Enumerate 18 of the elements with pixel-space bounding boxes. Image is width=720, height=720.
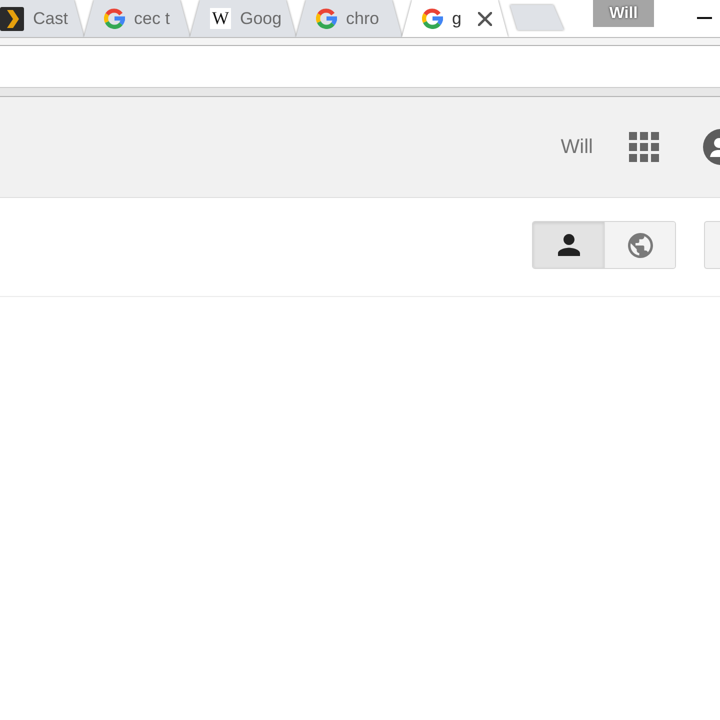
close-icon[interactable] (478, 12, 492, 26)
browser-tab[interactable]: W Goog (190, 0, 296, 37)
browser-tab[interactable]: Cast (0, 0, 84, 37)
chevron-icon (0, 6, 24, 30)
multicolor-g-icon (316, 8, 337, 29)
profile-button[interactable]: Will (593, 0, 654, 27)
avatar-icon[interactable] (703, 129, 720, 165)
multicolor-g-icon (422, 8, 443, 29)
person-icon (558, 234, 580, 256)
browser-tab[interactable]: cec t (84, 0, 190, 37)
apps-grid-icon[interactable] (629, 132, 659, 162)
favicon-letter: W (210, 8, 231, 29)
browser-tab[interactable]: chro (296, 0, 402, 37)
globe-icon (628, 232, 652, 258)
multicolor-g-icon (104, 8, 125, 29)
toggle-button[interactable] (604, 222, 675, 268)
toggle-button[interactable] (533, 222, 604, 268)
user-name[interactable]: Will (560, 132, 593, 162)
